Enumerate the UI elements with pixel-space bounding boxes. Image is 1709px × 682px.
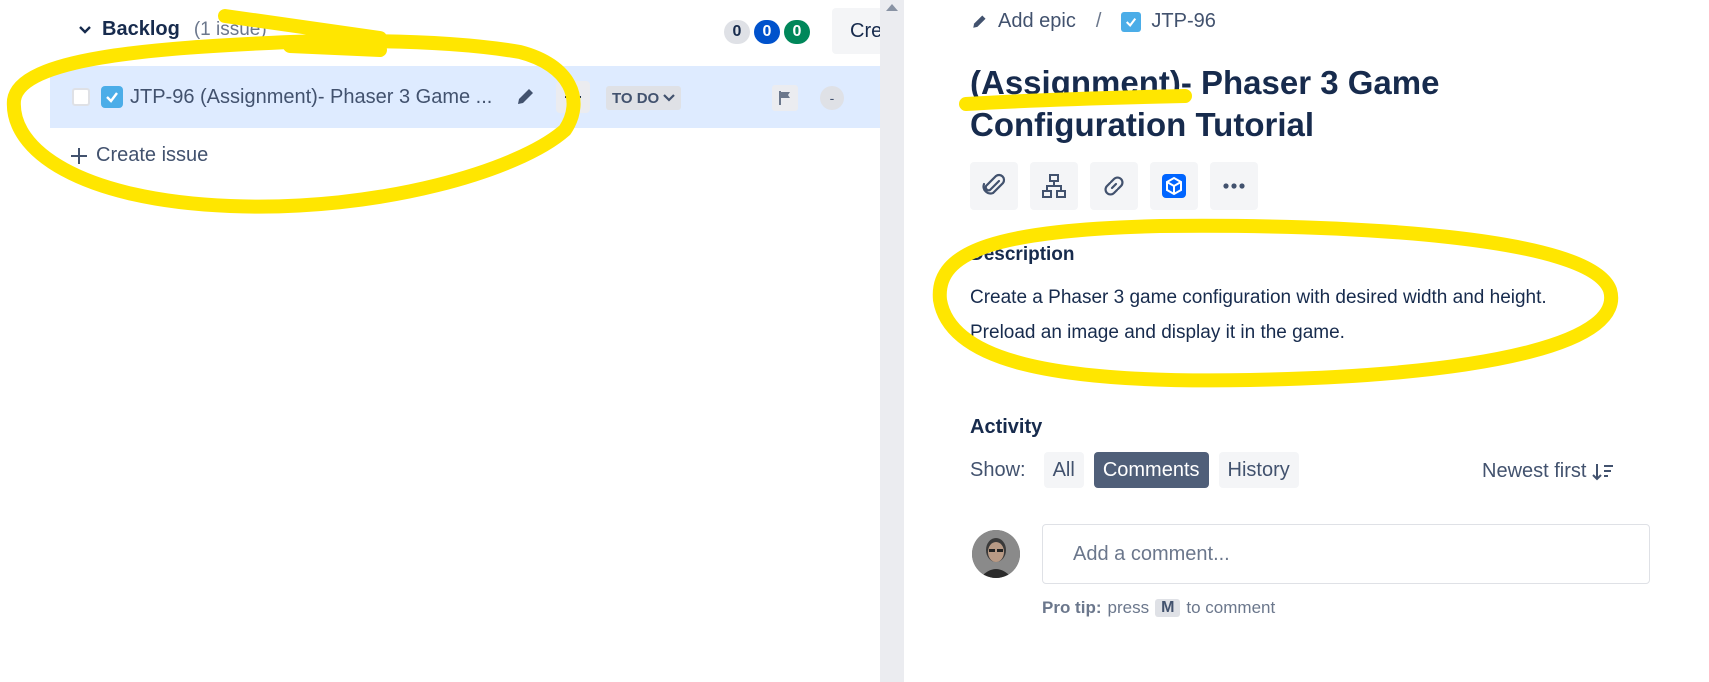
- activity-heading: Activity: [970, 416, 1043, 438]
- sort-order-label: Newest first: [1482, 460, 1587, 482]
- breadcrumb: Add epic / JTP-96: [970, 10, 1216, 33]
- child-issues-button[interactable]: [1030, 162, 1078, 210]
- filter-all-button[interactable]: All: [1043, 452, 1084, 488]
- filter-history-button[interactable]: History: [1218, 452, 1299, 488]
- task-type-icon: [101, 86, 123, 108]
- shortcut-key-badge: M: [1155, 599, 1181, 617]
- attach-button[interactable]: [970, 162, 1018, 210]
- pro-tip-tail: to comment: [1186, 598, 1276, 617]
- assignee-avatar[interactable]: -: [820, 86, 844, 110]
- issue-title[interactable]: (Assignment)- Phaser 3 Game Configuratio…: [970, 62, 1650, 146]
- task-type-icon: [1121, 11, 1142, 32]
- backlog-issue-count: (1 issue): [193, 18, 267, 40]
- description-body[interactable]: Create a Phaser 3 game configuration wit…: [970, 280, 1547, 350]
- ellipsis-icon: [1223, 183, 1245, 189]
- link-icon: [1104, 176, 1124, 196]
- flag-button[interactable]: [772, 85, 798, 111]
- backlog-header[interactable]: Backlog (1 issue): [78, 18, 267, 41]
- paperclip-icon: [982, 173, 1006, 195]
- panel-scrollbar[interactable]: [880, 0, 904, 682]
- chevron-down-icon: [663, 94, 676, 102]
- add-epic-link[interactable]: Add epic: [998, 10, 1076, 33]
- description-line: Preload an image and display it in the g…: [970, 322, 1345, 343]
- pro-tip: Pro tip: press M to comment: [1042, 598, 1275, 618]
- sort-descending-icon: [1592, 463, 1614, 480]
- todo-count-badge: 0: [724, 20, 750, 44]
- status-count-pills: 0 0 0: [724, 20, 810, 44]
- app-button[interactable]: [1150, 162, 1198, 210]
- more-actions-button[interactable]: [1210, 162, 1258, 210]
- create-issue-button[interactable]: Create issue: [70, 144, 208, 167]
- description-heading: Description: [970, 244, 1075, 265]
- in-progress-count-badge: 0: [754, 20, 780, 44]
- filter-comments-button[interactable]: Comments: [1093, 452, 1209, 488]
- description-line: Create a Phaser 3 game configuration wit…: [970, 287, 1547, 308]
- show-label: Show:: [970, 458, 1026, 481]
- issue-key-link[interactable]: JTP-96: [1151, 10, 1215, 33]
- status-dropdown[interactable]: TO DO: [606, 86, 682, 110]
- edit-pencil-icon[interactable]: [514, 86, 536, 108]
- flag-icon: [779, 91, 790, 105]
- chevron-down-icon[interactable]: [78, 23, 92, 37]
- issue-action-toolbar: [970, 162, 1258, 210]
- edit-pencil-icon: [973, 14, 986, 28]
- add-child-button[interactable]: [556, 81, 590, 113]
- status-label: TO DO: [612, 89, 660, 107]
- comment-input[interactable]: Add a comment...: [1042, 524, 1650, 584]
- user-avatar: [972, 530, 1020, 578]
- issue-summary[interactable]: JTP-96 (Assignment)- Phaser 3 Game ...: [130, 86, 492, 109]
- plus-icon: [565, 89, 581, 105]
- done-count-badge: 0: [784, 20, 810, 44]
- scroll-up-arrow-icon[interactable]: [886, 4, 898, 11]
- plus-icon: [71, 147, 87, 164]
- breadcrumb-separator: /: [1095, 10, 1102, 32]
- activity-filter-row: Show: All Comments History: [970, 452, 1299, 488]
- pro-tip-label: Pro tip:: [1042, 598, 1102, 617]
- hierarchy-icon: [1042, 174, 1066, 198]
- pro-tip-press: press: [1107, 598, 1150, 617]
- backlog-title: Backlog: [102, 18, 180, 40]
- issue-select-checkbox[interactable]: [72, 88, 90, 106]
- link-issue-button[interactable]: [1090, 162, 1138, 210]
- backlog-panel: Backlog (1 issue) 0 0 0 Cre JTP-96 (Assi…: [0, 0, 892, 682]
- issue-detail-panel: Add epic / JTP-96 (Assignment)- Phaser 3…: [904, 0, 1709, 682]
- create-issue-label: Create issue: [96, 144, 209, 166]
- cube-app-icon: [1162, 174, 1186, 198]
- sort-order-button[interactable]: Newest first: [1482, 460, 1614, 483]
- backlog-issue-row[interactable]: JTP-96 (Assignment)- Phaser 3 Game ... T…: [50, 66, 880, 128]
